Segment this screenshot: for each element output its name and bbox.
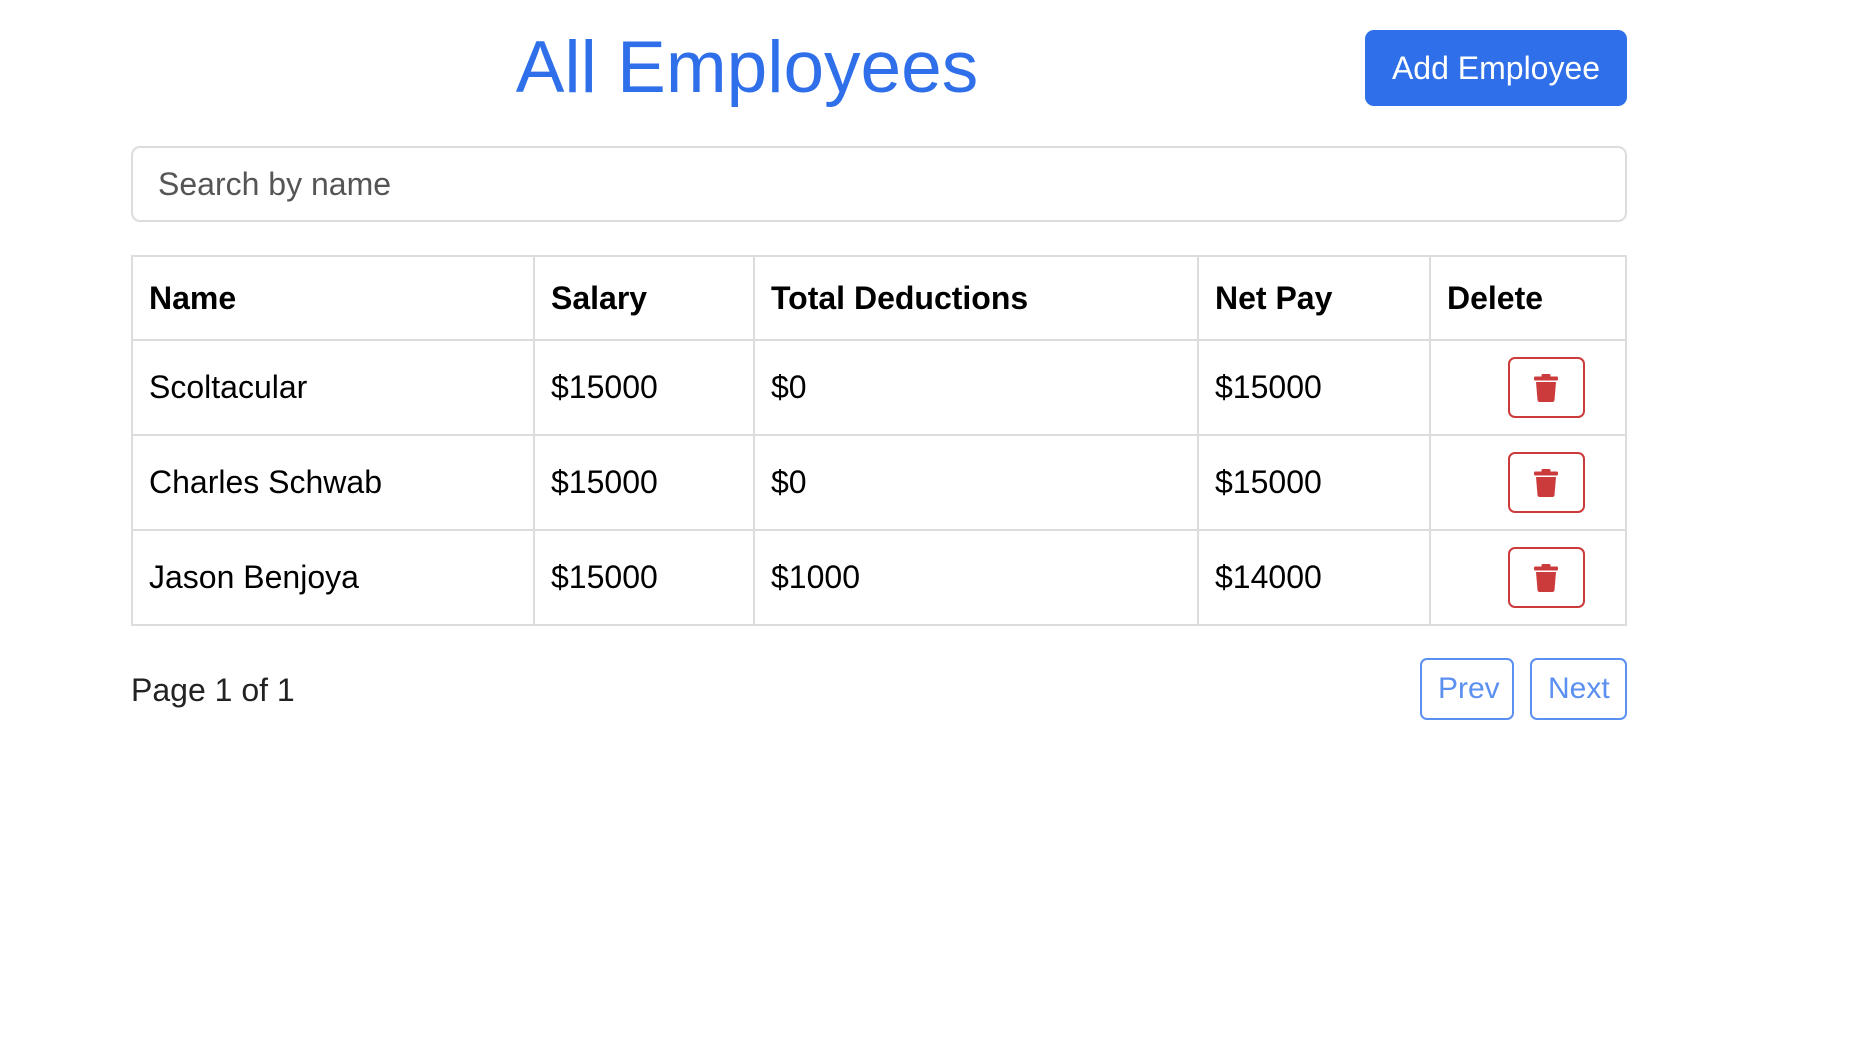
cell-delete [1429, 339, 1627, 436]
search-input[interactable] [131, 146, 1627, 222]
delete-employee-button[interactable] [1507, 452, 1585, 513]
cell-name: Jason Benjoya [131, 529, 535, 626]
pagination-bar: Page 1 of 1 Prev Next [131, 658, 1627, 722]
cell-total-deductions: $0 [753, 434, 1199, 531]
column-header-net-pay: Net Pay [1197, 255, 1431, 341]
cell-name: Scoltacular [131, 339, 535, 436]
table-row: Jason Benjoya $15000 $1000 $14000 [131, 529, 1627, 626]
delete-employee-button[interactable] [1507, 547, 1585, 608]
cell-salary: $15000 [533, 529, 755, 626]
column-header-name: Name [131, 255, 535, 341]
cell-name: Charles Schwab [131, 434, 535, 531]
employees-page: All Employees Add Employee Name Salary T… [0, 0, 1856, 1054]
cell-salary: $15000 [533, 434, 755, 531]
cell-delete [1429, 434, 1627, 531]
employees-table: Name Salary Total Deductions Net Pay Del… [131, 255, 1627, 626]
cell-net-pay: $15000 [1197, 434, 1431, 531]
trash-icon [1534, 468, 1558, 497]
next-page-button[interactable]: Next [1530, 658, 1627, 720]
column-header-salary: Salary [533, 255, 755, 341]
cell-net-pay: $14000 [1197, 529, 1431, 626]
table-row: Scoltacular $15000 $0 $15000 [131, 339, 1627, 436]
add-employee-button[interactable]: Add Employee [1365, 30, 1627, 106]
table-row: Charles Schwab $15000 $0 $15000 [131, 434, 1627, 531]
cell-delete [1429, 529, 1627, 626]
page-indicator: Page 1 of 1 [131, 672, 295, 708]
cell-total-deductions: $1000 [753, 529, 1199, 626]
page-header: All Employees Add Employee [131, 28, 1627, 108]
delete-employee-button[interactable] [1507, 357, 1585, 418]
table-header-row: Name Salary Total Deductions Net Pay Del… [131, 255, 1627, 341]
page-title: All Employees [515, 27, 979, 108]
column-header-total-deductions: Total Deductions [753, 255, 1199, 341]
prev-page-button[interactable]: Prev [1420, 658, 1514, 720]
column-header-delete: Delete [1429, 255, 1627, 341]
pagination-controls: Prev Next [1420, 658, 1627, 720]
cell-net-pay: $15000 [1197, 339, 1431, 436]
trash-icon [1534, 563, 1558, 592]
trash-icon [1534, 373, 1558, 402]
cell-total-deductions: $0 [753, 339, 1199, 436]
cell-salary: $15000 [533, 339, 755, 436]
